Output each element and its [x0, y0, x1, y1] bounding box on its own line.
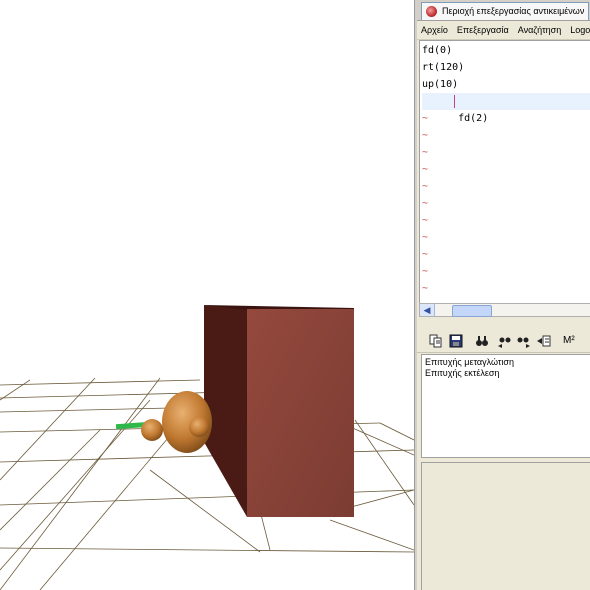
scene-canvas — [0, 305, 414, 590]
tab-bar: Περιοχή επεξεργασίας αντικειμένων — [417, 0, 590, 21]
code-line[interactable]: up(10) — [422, 76, 590, 93]
empty-line-marker: ~ — [422, 249, 429, 260]
menu-search[interactable]: Αναζήτηση — [518, 25, 561, 35]
message-console: Επιτυχής μεταγλώτιση Επιτυχής εκτέλεση — [421, 354, 590, 458]
3d-viewport[interactable] — [0, 0, 414, 590]
menu-bar: Αρχείο Επεξεργασία Αναζήτηση Logo — [417, 21, 590, 40]
find-prev-icon[interactable] — [497, 334, 511, 348]
copy-icon[interactable] — [429, 334, 443, 348]
empty-line-marker: ~ — [422, 130, 429, 141]
editor-horizontal-scrollbar[interactable]: ◀ — [419, 303, 590, 317]
editor-toolbar: M² — [417, 330, 590, 353]
app-icon — [426, 6, 437, 17]
code-editor[interactable]: fd(0) rt(120) up(10) fd(2) ~~~~~~~~~~~~ — [419, 40, 590, 304]
insert-icon[interactable] — [537, 334, 551, 348]
text-caret — [454, 95, 455, 108]
object-editor-panel: Περιοχή επεξεργασίας αντικειμένων Αρχείο… — [417, 0, 590, 590]
tab-label: Περιοχή επεξεργασίας αντικειμένων — [442, 6, 585, 16]
tab-object-editor[interactable]: Περιοχή επεξεργασίας αντικειμένων — [421, 2, 590, 20]
empty-line-marker: ~ — [422, 283, 429, 294]
scroll-left-arrow-icon[interactable]: ◀ — [420, 304, 435, 316]
horizontal-splitter[interactable] — [417, 318, 590, 328]
current-code-line[interactable]: fd(2) — [422, 93, 590, 124]
find-icon[interactable] — [475, 334, 489, 348]
find-next-icon[interactable] — [517, 334, 531, 348]
lower-pane — [421, 462, 590, 590]
scroll-thumb[interactable] — [452, 305, 492, 317]
code-line[interactable]: fd(0) — [422, 42, 590, 59]
empty-line-marker: ~ — [422, 266, 429, 277]
empty-line-marker: ~ — [422, 181, 429, 192]
message-line: Επιτυχής εκτέλεση — [425, 368, 500, 378]
empty-line-marker: ~ — [422, 198, 429, 209]
empty-line-marker: ~ — [422, 232, 429, 243]
save-icon[interactable] — [449, 334, 463, 348]
empty-line-marker: ~ — [422, 113, 429, 124]
menu-edit[interactable]: Επεξεργασία — [457, 25, 509, 35]
empty-line-marker: ~ — [422, 164, 429, 175]
menu-file[interactable]: Αρχείο — [421, 25, 448, 35]
menu-logo[interactable]: Logo — [570, 25, 590, 35]
brick-box — [204, 305, 354, 517]
empty-line-marker: ~ — [422, 147, 429, 158]
message-line: Επιτυχής μεταγλώτιση — [425, 357, 514, 367]
empty-line-marker: ~ — [422, 215, 429, 226]
macro-button[interactable]: M² — [563, 335, 575, 346]
code-line[interactable]: rt(120) — [422, 59, 590, 76]
